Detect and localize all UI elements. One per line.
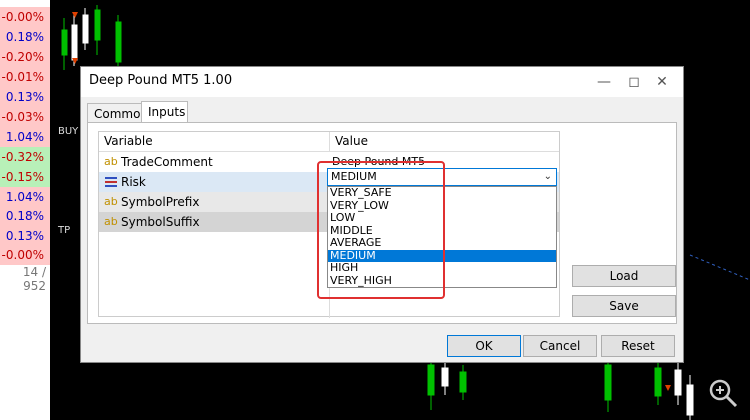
percent-item: 0.13%	[0, 226, 50, 246]
arrow-marker	[72, 12, 78, 18]
percent-item: -0.01%	[0, 67, 50, 87]
reset-button[interactable]: Reset	[601, 335, 675, 357]
enum-list-icon	[104, 175, 118, 189]
percent-item: 0.18%	[0, 27, 50, 47]
string-icon: ab	[104, 215, 118, 228]
buy-label: BUY	[58, 126, 79, 137]
load-button[interactable]: Load	[572, 265, 676, 287]
ok-button[interactable]: OK	[447, 335, 521, 357]
column-variable[interactable]: Variable	[99, 132, 153, 151]
percent-item: 0.18%	[0, 206, 50, 226]
string-icon: ab	[104, 155, 118, 168]
row-name: Risk	[121, 175, 146, 189]
percent-item: -0.00%	[0, 245, 50, 265]
tab-common[interactable]: Common	[87, 103, 148, 123]
minimize-icon[interactable]: —	[589, 71, 619, 93]
percent-item: 1.04%	[0, 187, 50, 207]
percent-column: -0.00% 0.18% -0.20% -0.01% 0.13% -0.03% …	[0, 0, 50, 420]
percent-item: -0.15%	[0, 167, 50, 187]
tp-label: TP	[58, 225, 71, 236]
percent-item: -0.00%	[0, 7, 50, 27]
percent-item: 0.13%	[0, 87, 50, 107]
zoom-icon[interactable]	[706, 376, 740, 410]
percent-item: -0.32%	[0, 147, 50, 167]
symbol-count: 14 / 952	[22, 265, 46, 293]
maximize-icon[interactable]: ◻	[619, 71, 649, 93]
save-button[interactable]: Save	[572, 295, 676, 317]
arrow-marker	[665, 385, 671, 391]
percent-item: 1.04%	[0, 127, 50, 147]
string-icon: ab	[104, 195, 118, 208]
percent-item: -0.20%	[0, 47, 50, 67]
column-value[interactable]: Value	[330, 132, 368, 151]
title-bar[interactable]: Deep Pound MT5 1.00 — ◻ ✕	[81, 67, 683, 97]
arrow-marker	[72, 58, 78, 64]
row-name: TradeComment	[121, 155, 213, 169]
dialog-title: Deep Pound MT5 1.00	[89, 73, 233, 88]
tab-inputs[interactable]: Inputs	[141, 101, 188, 123]
percent-item: -0.03%	[0, 107, 50, 127]
highlight-box	[317, 161, 445, 299]
row-name: SymbolSuffix	[121, 215, 200, 229]
cancel-button[interactable]: Cancel	[523, 335, 597, 357]
row-name: SymbolPrefix	[121, 195, 200, 209]
close-icon[interactable]: ✕	[647, 71, 677, 93]
chevron-down-icon[interactable]: ⌄	[544, 169, 552, 185]
